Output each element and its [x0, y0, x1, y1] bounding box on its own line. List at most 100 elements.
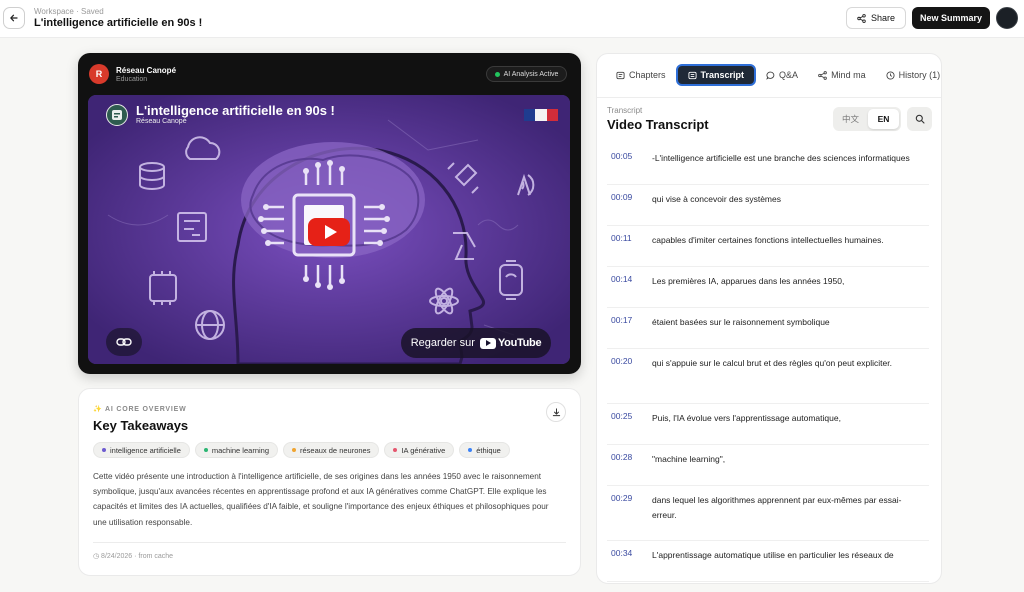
video-channel: Réseau Canopé	[136, 118, 187, 125]
tag-dot-icon	[468, 448, 473, 452]
lang-zh-button[interactable]: 中文	[835, 109, 866, 129]
clock-icon	[886, 70, 895, 80]
ai-status-label: AI Analysis Active	[503, 70, 559, 78]
transcript-row[interactable]: 00:05 -L'intelligence artificielle est un…	[607, 144, 929, 185]
timestamp-link[interactable]: 00:28	[611, 452, 632, 462]
transcript-row[interactable]: 00:09 qui vise à concevoir des systèmes	[607, 185, 929, 226]
transcript-panel: Chapters Transcript Q&A Mind ma History …	[596, 53, 942, 584]
transcript-text: étaient basées sur le raisonnement symbo…	[652, 317, 830, 327]
transcript-row[interactable]: 00:29 dans lequel les algorithmes apprenn…	[607, 486, 929, 541]
youtube-logo-icon: YouTube	[479, 337, 542, 349]
status-dot-icon	[494, 71, 500, 77]
copy-link-button[interactable]	[106, 328, 142, 356]
download-button[interactable]	[546, 402, 566, 422]
search-icon	[915, 114, 925, 124]
lang-en-button[interactable]: EN	[868, 109, 899, 129]
search-button[interactable]	[907, 107, 932, 131]
tab-chapters[interactable]: Chapters	[606, 64, 676, 86]
transcript-row[interactable]: 00:17 étaient basées sur le raisonnement …	[607, 308, 929, 349]
transcript-row[interactable]: 00:28 "machine learning",	[607, 445, 929, 486]
timestamp-link[interactable]: 00:11	[611, 233, 632, 243]
divider	[597, 97, 941, 98]
transcript-text: qui vise à concevoir des systèmes	[652, 194, 781, 204]
topic-tag[interactable]: intelligence artificielle	[93, 442, 190, 458]
canope-logo-icon	[112, 110, 122, 120]
download-icon	[552, 407, 560, 416]
watch-on-youtube-button[interactable]: Regarder sur YouTube	[401, 328, 551, 358]
play-icon	[324, 225, 337, 239]
transcript-row[interactable]: 00:11 capables d'imiter certaines fonctio…	[607, 226, 929, 267]
timestamp-link[interactable]: 00:09	[611, 192, 632, 202]
tag-dot-icon	[393, 448, 398, 452]
tab-label: Chapters	[629, 70, 666, 80]
link-icon	[116, 338, 132, 346]
breadcrumb: Workspace · Saved	[34, 7, 104, 16]
panel-tabs: Chapters Transcript Q&A Mind ma History …	[606, 64, 941, 86]
play-button[interactable]	[308, 218, 350, 246]
share-icon	[857, 13, 866, 23]
watch-on-label: Regarder sur	[410, 337, 475, 349]
transcript-row[interactable]: 00:14 Les premières IA, apparues dans les…	[607, 267, 929, 308]
topic-tags: intelligence artificielle machine learni…	[93, 442, 510, 458]
timestamp-link[interactable]: 00:17	[611, 315, 632, 325]
tab-label: Transcript	[700, 70, 745, 80]
timestamp-link[interactable]: 00:14	[611, 274, 632, 284]
tab-transcript[interactable]: Transcript	[675, 64, 757, 86]
tab-history[interactable]: History (1)	[876, 64, 941, 86]
transcript-list: 00:05 -L'intelligence artificielle est un…	[607, 144, 929, 582]
overview-label: ✨ AI CORE OVERVIEW	[93, 406, 187, 413]
topic-tag[interactable]: machine learning	[194, 442, 278, 458]
timestamp-link[interactable]: 00:34	[611, 548, 632, 558]
channel-avatar: R	[89, 64, 109, 84]
arrow-left-icon	[10, 14, 18, 22]
cache-timestamp: ◷ 8/24/2026 · from cache	[93, 553, 174, 560]
french-republic-logo-icon	[524, 109, 558, 121]
transcript-label: Transcript	[607, 106, 643, 115]
key-takeaways-title: Key Takeaways	[93, 418, 189, 433]
channel-name: Réseau Canopé	[116, 66, 177, 75]
transcript-text: Puis, l'IA évolue vers l'apprentissage a…	[652, 413, 841, 423]
page-title: L'intelligence artificielle en 90s !	[34, 17, 203, 29]
new-summary-button[interactable]: New Summary	[912, 7, 990, 29]
user-avatar[interactable]	[996, 7, 1018, 29]
transcript-text: L'apprentissage automatique utilise en p…	[652, 550, 894, 560]
transcript-text: capables d'imiter certaines fonctions in…	[652, 235, 884, 245]
share-button[interactable]: Share	[846, 7, 906, 29]
chat-icon	[766, 71, 775, 80]
transcript-row[interactable]: 00:25 Puis, l'IA évolue vers l'apprentiss…	[607, 404, 929, 445]
video-player[interactable]: L'intelligence artificielle en 90s ! Rés…	[88, 95, 570, 364]
tab-label: Mind ma	[831, 70, 866, 80]
tag-dot-icon	[102, 448, 106, 452]
transcript-text: Les premières IA, apparues dans les anné…	[652, 276, 845, 286]
transcript-row[interactable]: 00:34 L'apprentissage automatique utilise…	[607, 541, 929, 582]
transcript-text: qui s'appuie sur le calcul brut et des r…	[652, 358, 892, 368]
divider	[93, 542, 566, 543]
tag-label: réseaux de neurones	[300, 445, 371, 455]
timestamp-link[interactable]: 00:20	[611, 356, 632, 366]
tag-label: intelligence artificielle	[110, 445, 181, 455]
tab-label: History (1)	[898, 70, 941, 80]
transcript-text: "machine learning",	[652, 454, 726, 464]
channel-category: Education	[116, 76, 148, 83]
timestamp-link[interactable]: 00:25	[611, 411, 632, 421]
timestamp-link[interactable]: 00:29	[611, 493, 632, 503]
topic-tag[interactable]: éthique	[459, 442, 510, 458]
transcript-icon	[687, 71, 697, 79]
list-icon	[616, 71, 625, 79]
tag-label: machine learning	[211, 445, 269, 455]
timestamp-link[interactable]: 00:05	[611, 151, 632, 161]
tab-qa[interactable]: Q&A	[756, 64, 808, 86]
transcript-text: dans lequel les algorithmes apprennent p…	[652, 495, 902, 520]
tag-label: IA générative	[401, 445, 446, 455]
topic-tag[interactable]: réseaux de neurones	[283, 442, 380, 458]
ai-status-badge: AI Analysis Active	[486, 66, 567, 82]
top-bar: Workspace · Saved L'intelligence artific…	[0, 0, 1024, 38]
tab-mindmap[interactable]: Mind ma	[808, 64, 876, 86]
summary-text: Cette vidéo présente une introduction à …	[93, 472, 549, 527]
video-title: L'intelligence artificielle en 90s !	[136, 103, 335, 118]
topic-tag[interactable]: IA générative	[384, 442, 455, 458]
channel-logo	[106, 104, 128, 126]
transcript-row[interactable]: 00:20 qui s'appuie sur le calcul brut et …	[607, 349, 929, 404]
summary-card: ✨ AI CORE OVERVIEW Key Takeaways intelli…	[78, 388, 581, 576]
back-button[interactable]	[3, 7, 25, 29]
